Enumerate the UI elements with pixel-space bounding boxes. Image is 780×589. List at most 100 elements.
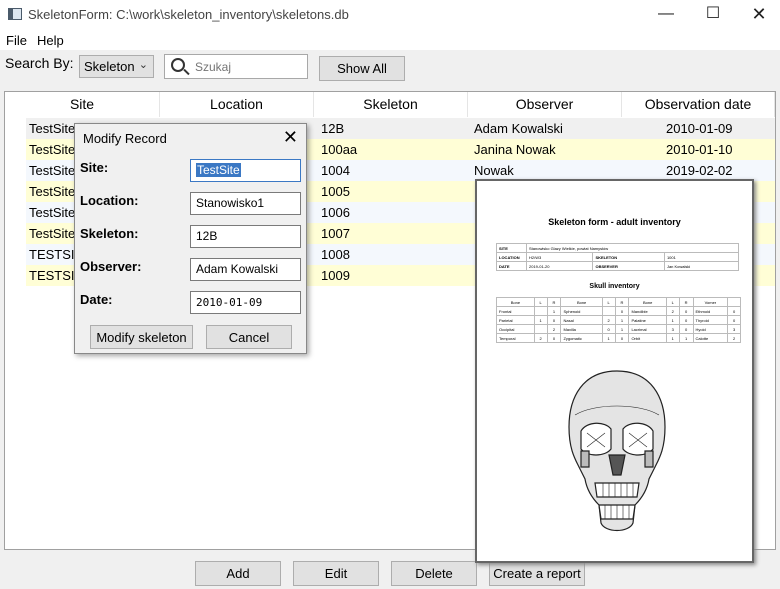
grid-cell: 1 — [614, 315, 630, 325]
cell-date: 2019-02-02 — [666, 163, 733, 178]
grid-header: Bone — [496, 297, 535, 307]
maximize-icon[interactable]: ☐ — [690, 0, 736, 30]
report-location-value: H2/W3 — [525, 252, 594, 262]
grid-cell: 0 — [678, 306, 694, 316]
column-header-skeleton[interactable]: Skeleton — [314, 92, 468, 117]
report-date-value: 2019-01-20 — [525, 261, 594, 271]
cell-date: 2010-01-09 — [666, 121, 733, 136]
window-title: SkeletonForm: C:\work\skeleton_inventory… — [28, 7, 349, 22]
report-title: Skeleton form - adult inventory — [548, 217, 681, 227]
report-site-value: Stanowisko Glazy Wielkie, powiat Namysłó… — [526, 243, 739, 253]
search-bar: Search By: Skeleton ⌄ Show All — [0, 50, 780, 90]
column-header-observation-date[interactable]: Observation date — [622, 92, 775, 117]
skeleton-label: Skeleton: — [80, 226, 139, 241]
show-all-button[interactable]: Show All — [319, 56, 405, 81]
report-skull-title: Skull inventory — [589, 283, 640, 290]
site-field-value: TestSite — [196, 163, 241, 177]
grid-cell: Thyroid — [692, 315, 729, 325]
grid-cell — [533, 306, 548, 316]
cell-observer: Adam Kowalski — [474, 121, 563, 136]
search-box[interactable] — [164, 54, 308, 79]
site-label: Site: — [80, 160, 109, 175]
modify-skeleton-button[interactable]: Modify skeleton — [90, 325, 193, 349]
date-field[interactable]: 2010-01-09 — [190, 291, 301, 314]
column-header-site[interactable]: Site — [5, 92, 160, 117]
cell-skeleton: 1005 — [321, 184, 350, 199]
search-input[interactable] — [195, 58, 303, 75]
menu-bar: File Help — [0, 30, 780, 50]
cell-skeleton: 1008 — [321, 247, 350, 262]
dialog-close-icon[interactable]: ✕ — [283, 127, 298, 148]
report-skeleton-value: 1001 — [663, 252, 740, 262]
menu-file[interactable]: File — [6, 33, 27, 48]
grid-cell: Orbit — [628, 333, 667, 343]
grid-cell: Palatine — [628, 315, 667, 325]
grid-cell: Frontal — [496, 306, 535, 316]
minimize-icon[interactable]: — — [643, 0, 689, 30]
grid-cell: 1 — [601, 333, 616, 343]
modify-record-dialog[interactable]: Modify Record ✕ Site: TestSite Location:… — [74, 123, 307, 354]
skull-grid-row: Occipital 2 Maxilla 0 1 Lacrimal 3 0 Hyo… — [496, 324, 741, 334]
skull-grid-row: Frontal 1 Sphenoid 0 Mandible 2 0 Ethmoi… — [496, 306, 741, 316]
add-button[interactable]: Add — [195, 561, 281, 586]
cell-skeleton: 1004 — [321, 163, 350, 178]
search-by-value: Skeleton — [84, 59, 135, 74]
grid-cell: 2 — [665, 306, 680, 316]
skeleton-field[interactable]: 12B — [190, 225, 301, 248]
grid-cell: Nasal — [560, 315, 603, 325]
grid-cell — [601, 306, 616, 316]
delete-button[interactable]: Delete — [391, 561, 477, 586]
site-field[interactable]: TestSite — [190, 159, 301, 182]
grid-cell: Temporal — [496, 333, 535, 343]
grid-header: L — [533, 297, 548, 307]
report-preview: Skeleton form - adult inventory SITE Sta… — [475, 179, 754, 563]
grid-cell: 2 — [533, 333, 548, 343]
grid-cell: 0 — [601, 324, 616, 334]
grid-cell: 2 — [546, 324, 562, 334]
report-info-table: SITE Stanowisko Glazy Wielkie, powiat Na… — [496, 243, 740, 271]
skull-grid-header: Bone L R Bone L R Bone L R Vomer — [496, 297, 741, 307]
table-header: Site Location Skeleton Observer Observat… — [5, 92, 775, 117]
column-header-location[interactable]: Location — [160, 92, 314, 117]
grid-cell: 0 — [546, 315, 562, 325]
grid-header: Vomer — [692, 297, 729, 307]
menu-help[interactable]: Help — [37, 33, 64, 48]
cell-observer: Janina Nowak — [474, 142, 556, 157]
cancel-button[interactable]: Cancel — [206, 325, 292, 349]
skull-grid-row: Parietal 1 0 Nasal 2 1 Palatine 1 0 Thyr… — [496, 315, 741, 325]
observer-field[interactable]: Adam Kowalski — [190, 258, 301, 281]
grid-cell: 1 — [678, 333, 694, 343]
grid-cell: 0 — [678, 324, 694, 334]
grid-cell: Ethmoid — [692, 306, 729, 316]
report-site-label: SITE — [496, 243, 527, 253]
grid-cell: 1 — [614, 324, 630, 334]
search-by-label: Search By: — [5, 55, 74, 71]
grid-header: R — [546, 297, 562, 307]
grid-cell: 1 — [546, 306, 562, 316]
grid-cell: 0 — [546, 333, 562, 343]
grid-cell: 2 — [601, 315, 616, 325]
skull-grid-row: Temporal 2 0 Zygomatic 1 0 Orbit 1 1 Cal… — [496, 333, 741, 343]
skull-inventory-table: Bone L R Bone L R Bone L R Vomer Frontal… — [496, 297, 741, 343]
grid-cell: 3 — [665, 324, 680, 334]
grid-cell: 3 — [727, 324, 741, 334]
location-field[interactable]: Stanowisko1 — [190, 192, 301, 215]
edit-button[interactable]: Edit — [293, 561, 379, 586]
grid-cell: 1 — [665, 315, 680, 325]
report-location-label: LOCATION — [496, 252, 527, 262]
chevron-down-icon: ⌄ — [138, 59, 148, 71]
cell-skeleton: 1009 — [321, 268, 350, 283]
observer-label: Observer: — [80, 259, 142, 274]
search-by-select[interactable]: Skeleton ⌄ — [79, 55, 154, 78]
grid-cell: 0 — [678, 315, 694, 325]
create-report-button[interactable]: Create a report — [489, 561, 585, 586]
grid-header: L — [601, 297, 616, 307]
close-icon[interactable]: ✕ — [736, 0, 780, 30]
app-icon — [8, 8, 22, 20]
grid-cell: Parietal — [496, 315, 535, 325]
cell-skeleton: 1006 — [321, 205, 350, 220]
title-bar: SkeletonForm: C:\work\skeleton_inventory… — [0, 0, 780, 30]
grid-cell: Hyoid — [692, 324, 729, 334]
column-header-observer[interactable]: Observer — [468, 92, 622, 117]
grid-cell: 1 — [665, 333, 680, 343]
